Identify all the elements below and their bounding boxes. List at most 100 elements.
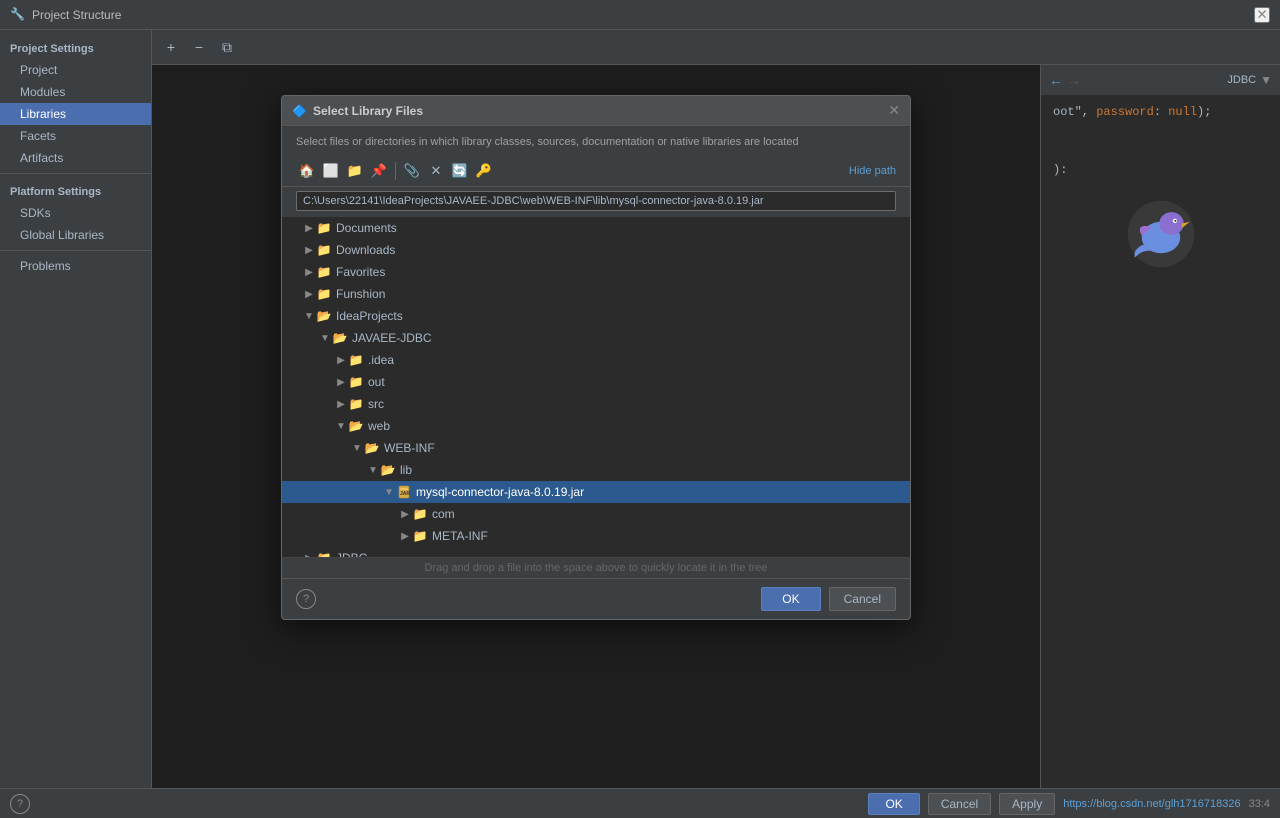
sidebar-item-modules[interactable]: Modules [0,81,151,103]
tree-label-src: src [368,397,384,411]
tree-item-out[interactable]: ▶ 📁 out [282,371,910,393]
folder-icon-favorites: 📁 [316,265,332,279]
tree-item-webinf[interactable]: ▼ 📂 WEB-INF [282,437,910,459]
tree-item-documents[interactable]: ▶ 📁 Documents [282,217,910,239]
tree-item-src[interactable]: ▶ 📁 src [282,393,910,415]
content-area: 🔷 Select Library Files ✕ Select files or… [152,65,1040,788]
dialog-cancel-button[interactable]: Cancel [829,587,896,611]
tree-label-com: com [432,507,455,521]
tree-label-out: out [368,375,385,389]
tree-toggle-funshion[interactable]: ▶ [302,287,316,301]
tree-item-ideaprojects[interactable]: ▼ 📂 IdeaProjects [282,305,910,327]
dialog-title-left: 🔷 Select Library Files [292,104,423,118]
status-help-button[interactable]: ? [10,794,30,814]
folder-icon-lib: 📂 [380,463,396,477]
sidebar-item-sdks[interactable]: SDKs [0,202,151,224]
toolbar-refresh-button[interactable]: 🔄 [449,160,471,182]
tree-item-funshion[interactable]: ▶ 📁 Funshion [282,283,910,305]
tree-toggle-jdbc[interactable]: ▶ [302,551,316,557]
tree-toggle-src[interactable]: ▶ [334,397,348,411]
sidebar-item-libraries[interactable]: Libraries [0,103,151,125]
tree-label-downloads: Downloads [336,243,395,257]
tree-label-idea: .idea [368,353,394,367]
project-settings-section: Project Settings [0,35,151,59]
status-bar: ? OK Cancel Apply https://blog.csdn.net/… [0,788,1280,818]
tree-item-mysql-jar[interactable]: ▼ JAR mysql-connector-java-8.0.19.jar [282,481,910,503]
folder-icon-web: 📂 [348,419,364,433]
dialog-titlebar: 🔷 Select Library Files ✕ [282,96,910,126]
tree-toggle-out[interactable]: ▶ [334,375,348,389]
tree-item-favorites[interactable]: ▶ 📁 Favorites [282,261,910,283]
dialog-overlay: 🔷 Select Library Files ✕ Select files or… [152,65,1040,788]
toolbar-home-button[interactable]: 🏠 [296,160,318,182]
dialog-ok-button[interactable]: OK [761,587,820,611]
platform-settings-section: Platform Settings [0,178,151,202]
folder-icon-javaee-jdbc: 📂 [332,331,348,345]
toolbar-paperclip-button[interactable]: 📎 [401,160,423,182]
tree-item-com[interactable]: ▶ 📁 com [282,503,910,525]
tree-toggle-favorites[interactable]: ▶ [302,265,316,279]
drag-hint: Drag and drop a file into the space abov… [282,557,910,578]
toolbar-folder-button[interactable]: 📁 [344,160,366,182]
folder-icon-jdbc: 📁 [316,551,332,557]
tree-item-web[interactable]: ▼ 📂 web [282,415,910,437]
sidebar-item-facets[interactable]: Facets [0,125,151,147]
dialog-icon: 🔷 [292,104,307,118]
sidebar-divider-1 [0,173,151,174]
tree-toggle-javaee-jdbc[interactable]: ▼ [318,331,332,345]
toolbar-key-button[interactable]: 🔑 [473,160,495,182]
tree-toggle-ideaprojects[interactable]: ▼ [302,309,316,323]
status-cancel-button[interactable]: Cancel [928,793,991,815]
toolbar-bookmark-button[interactable]: 📌 [368,160,390,182]
tree-toggle-lib[interactable]: ▼ [366,463,380,477]
tree-toggle-web[interactable]: ▼ [334,419,348,433]
sidebar-item-artifacts[interactable]: Artifacts [0,147,151,169]
tree-label-ideaprojects: IdeaProjects [336,309,403,323]
tree-item-idea[interactable]: ▶ 📁 .idea [282,349,910,371]
file-tree: ▶ 📁 Documents ▶ 📁 Downloads [282,217,910,557]
tree-toggle-downloads[interactable]: ▶ [302,243,316,257]
hide-path-link[interactable]: Hide path [849,165,896,177]
dialog-description: Select files or directories in which lib… [282,126,910,156]
dialog-help-button[interactable]: ? [296,589,316,609]
sidebar-item-project[interactable]: Project [0,59,151,81]
dropdown-icon[interactable]: ▼ [1260,73,1272,87]
tree-item-javaee-jdbc[interactable]: ▼ 📂 JAVAEE-JDBC [282,327,910,349]
remove-button[interactable]: − [188,36,210,58]
tree-toggle-documents[interactable]: ▶ [302,221,316,235]
status-bar-left: ? [10,794,30,814]
sidebar: Project Settings Project Modules Librari… [0,30,152,788]
window-close-button[interactable]: ✕ [1254,7,1270,23]
tree-toggle-com[interactable]: ▶ [398,507,412,521]
tree-item-lib[interactable]: ▼ 📂 lib [282,459,910,481]
tree-item-meta-inf[interactable]: ▶ 📁 META-INF [282,525,910,547]
right-panel-content: oot", password: null); ): [1041,95,1280,277]
tree-toggle-mysql-jar[interactable]: ▼ [382,485,396,499]
toolbar-delete-button[interactable]: ✕ [425,160,447,182]
add-button[interactable]: + [160,36,182,58]
copy-button[interactable]: ⧉ [216,36,238,58]
sidebar-item-global-libraries[interactable]: Global Libraries [0,224,151,246]
dialog-footer: ? OK Cancel [282,578,910,619]
sidebar-item-problems[interactable]: Problems [0,255,151,277]
tree-item-downloads[interactable]: ▶ 📁 Downloads [282,239,910,261]
tree-toggle-webinf[interactable]: ▼ [350,441,364,455]
status-url: https://blog.csdn.net/glh1716718326 [1063,798,1240,810]
tree-label-web: web [368,419,390,433]
tree-item-jdbc[interactable]: ▶ 📁 JDBC [282,547,910,557]
right-panel: ← → JDBC ▼ oot", password: null); ): [1040,65,1280,788]
tree-label-favorites: Favorites [336,265,385,279]
toolbar-desktop-button[interactable]: ⬜ [320,160,342,182]
back-icon: ← [1049,72,1063,88]
dialog-close-button[interactable]: ✕ [888,102,900,119]
app-icon: 🔧 [10,7,26,23]
folder-icon-webinf: 📂 [364,441,380,455]
tree-label-documents: Documents [336,221,397,235]
status-ok-button[interactable]: OK [868,793,919,815]
tree-toggle-idea[interactable]: ▶ [334,353,348,367]
path-input[interactable] [296,191,896,211]
folder-icon-com: 📁 [412,507,428,521]
tree-toggle-meta-inf[interactable]: ▶ [398,529,412,543]
status-apply-button[interactable]: Apply [999,793,1055,815]
tree-label-jdbc: JDBC [336,551,367,557]
